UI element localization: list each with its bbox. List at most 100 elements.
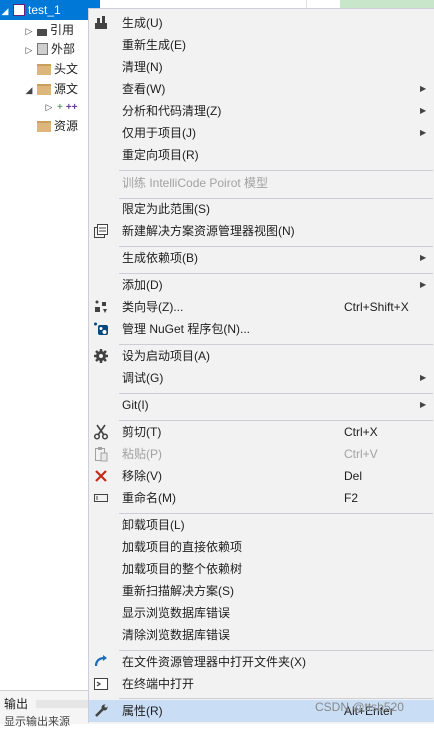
menu-item-add[interactable]: 添加(D) ▶ bbox=[89, 274, 434, 296]
menu-label: 清除浏览数据库错误 bbox=[122, 628, 231, 642]
tree-item-label: 源文 bbox=[54, 82, 79, 96]
menu-label: 重新生成(E) bbox=[122, 38, 186, 52]
menu-label: 训练 IntelliCode Poirot 模型 bbox=[122, 176, 269, 190]
watermark: CSDN @ttsb520 bbox=[315, 700, 404, 714]
menu-item-debug[interactable]: 调试(G) ▶ bbox=[89, 367, 434, 389]
expand-arrow-icon[interactable]: ◢ bbox=[0, 1, 10, 21]
menu-shortcut: Ctrl+V bbox=[344, 447, 378, 461]
menu-item-rename[interactable]: 重命名(M) F2 bbox=[89, 487, 434, 509]
menu-label: 属性(R) bbox=[122, 704, 163, 718]
menu-item-unload[interactable]: 卸载项目(L) bbox=[89, 514, 434, 536]
menu-item-analyze[interactable]: 分析和代码清理(Z) ▶ bbox=[89, 100, 434, 122]
menu-label: 移除(V) bbox=[122, 469, 162, 483]
menu-label: 在文件资源管理器中打开文件夹(X) bbox=[122, 655, 306, 669]
project-label: test_1 bbox=[28, 3, 61, 17]
menu-label: 清理(N) bbox=[122, 60, 163, 74]
tree-item-label: 资源 bbox=[54, 119, 79, 133]
wrench-icon bbox=[93, 703, 109, 719]
menu-label: 新建解决方案资源管理器视图(N) bbox=[122, 224, 295, 238]
menu-label: 剪切(T) bbox=[122, 425, 162, 439]
menu-item-rescan[interactable]: 重新扫描解决方案(S) bbox=[89, 580, 434, 602]
menu-label: 卸载项目(L) bbox=[122, 518, 185, 532]
tree-item-label: 头文 bbox=[54, 62, 79, 76]
menu-item-manage-nuget[interactable]: 管理 NuGet 程序包(N)... bbox=[89, 318, 434, 340]
submenu-arrow-icon: ▶ bbox=[420, 400, 427, 409]
tree-item-headers[interactable]: 头文 bbox=[34, 59, 78, 79]
menu-item-class-wizard[interactable]: 类向导(Z)... Ctrl+Shift+X bbox=[89, 296, 434, 318]
menu-item-load-all-deps[interactable]: 加载项目的整个依赖树 bbox=[89, 558, 434, 580]
menu-item-git[interactable]: Git(I) ▶ bbox=[89, 394, 434, 416]
menu-item-intellicode[interactable]: 训练 IntelliCode Poirot 模型 bbox=[89, 172, 434, 194]
menu-separator bbox=[119, 170, 433, 171]
menu-item-paste[interactable]: 粘贴(P) Ctrl+V bbox=[89, 443, 434, 465]
tree-item-resources[interactable]: 资源 bbox=[34, 116, 78, 136]
new-view-icon bbox=[93, 223, 109, 239]
menu-label: 调试(G) bbox=[122, 371, 164, 385]
expand-arrow-icon[interactable]: ◢ bbox=[24, 80, 34, 100]
menu-item-load-direct-deps[interactable]: 加载项目的直接依赖项 bbox=[89, 536, 434, 558]
class-wizard-icon bbox=[93, 299, 109, 315]
menu-label: 生成依赖项(B) bbox=[122, 251, 198, 265]
menu-item-rebuild[interactable]: 重新生成(E) bbox=[89, 34, 434, 56]
collapse-arrow-icon[interactable]: ▷ bbox=[44, 97, 54, 117]
tree-item-external[interactable]: ▷ 外部 bbox=[24, 39, 75, 59]
menu-item-build[interactable]: 生成(U) bbox=[89, 12, 434, 34]
output-tab-strip bbox=[36, 700, 90, 708]
nuget-icon bbox=[93, 321, 109, 337]
menu-item-project-only[interactable]: 仅用于项目(J) ▶ bbox=[89, 122, 434, 144]
output-source-label: 显示输出来源 bbox=[4, 716, 70, 728]
menu-item-cut[interactable]: 剪切(T) Ctrl+X bbox=[89, 421, 434, 443]
menu-item-open-in-terminal[interactable]: 在终端中打开 bbox=[89, 673, 434, 695]
clipboard-icon bbox=[93, 446, 109, 462]
menu-item-remove[interactable]: 移除(V) Del bbox=[89, 465, 434, 487]
menu-label: Git(I) bbox=[122, 398, 149, 412]
menu-item-clear-db-errors[interactable]: 清除浏览数据库错误 bbox=[89, 624, 434, 646]
menu-shortcut: F2 bbox=[344, 491, 359, 505]
menu-label: 重命名(M) bbox=[122, 491, 176, 505]
tree-item-cpp-file[interactable]: ▷ + ++ bbox=[44, 96, 78, 116]
menu-item-retarget[interactable]: 重定向项目(R) bbox=[89, 144, 434, 166]
plus-icon: + bbox=[57, 102, 63, 113]
remove-x-icon bbox=[93, 468, 109, 484]
solution-icon bbox=[13, 4, 25, 16]
menu-label: 重新扫描解决方案(S) bbox=[122, 584, 234, 598]
menu-separator bbox=[119, 698, 433, 699]
collapse-arrow-icon[interactable]: ▷ bbox=[24, 40, 34, 60]
submenu-arrow-icon: ▶ bbox=[420, 373, 427, 382]
menu-label: 重定向项目(R) bbox=[122, 148, 199, 162]
menu-item-scope-to-this[interactable]: 限定为此范围(S) bbox=[89, 198, 434, 220]
scissors-icon bbox=[93, 424, 109, 440]
menu-label: 查看(W) bbox=[122, 82, 166, 96]
menu-label: 分析和代码清理(Z) bbox=[122, 104, 222, 118]
cpp-file-icon: ++ bbox=[65, 102, 78, 113]
tree-item-label: 引用 bbox=[50, 23, 75, 37]
menu-item-open-in-explorer[interactable]: 在文件资源管理器中打开文件夹(X) bbox=[89, 651, 434, 673]
folder-icon bbox=[37, 121, 51, 132]
gear-icon bbox=[93, 348, 109, 364]
menu-item-show-db-errors[interactable]: 显示浏览数据库错误 bbox=[89, 602, 434, 624]
menu-label: 类向导(Z)... bbox=[122, 300, 184, 314]
menu-item-view[interactable]: 查看(W) ▶ bbox=[89, 78, 434, 100]
tree-item-references[interactable]: ▷ 引用 bbox=[24, 20, 74, 40]
collapse-arrow-icon[interactable]: ▷ bbox=[24, 21, 34, 41]
tree-item-project[interactable]: ◢ test_1 bbox=[0, 0, 100, 20]
references-icon bbox=[37, 29, 47, 36]
menu-label: 设为启动项目(A) bbox=[122, 349, 210, 363]
submenu-arrow-icon: ▶ bbox=[420, 106, 427, 115]
submenu-arrow-icon: ▶ bbox=[420, 84, 427, 93]
folder-icon bbox=[37, 84, 51, 95]
submenu-arrow-icon: ▶ bbox=[420, 280, 427, 289]
menu-label: 加载项目的整个依赖树 bbox=[122, 562, 243, 576]
menu-label: 生成(U) bbox=[122, 16, 163, 30]
terminal-icon bbox=[93, 676, 109, 692]
menu-item-new-view[interactable]: 新建解决方案资源管理器视图(N) bbox=[89, 220, 434, 242]
menu-item-set-startup[interactable]: 设为启动项目(A) bbox=[89, 345, 434, 367]
menu-label: 在终端中打开 bbox=[122, 677, 195, 691]
menu-label: 显示浏览数据库错误 bbox=[122, 606, 231, 620]
menu-label: 添加(D) bbox=[122, 278, 163, 292]
menu-item-build-dependencies[interactable]: 生成依赖项(B) ▶ bbox=[89, 247, 434, 269]
menu-label: 加载项目的直接依赖项 bbox=[122, 540, 243, 554]
menu-item-clean[interactable]: 清理(N) bbox=[89, 56, 434, 78]
menu-shortcut: Del bbox=[344, 469, 363, 483]
menu-label: 限定为此范围(S) bbox=[122, 202, 210, 216]
